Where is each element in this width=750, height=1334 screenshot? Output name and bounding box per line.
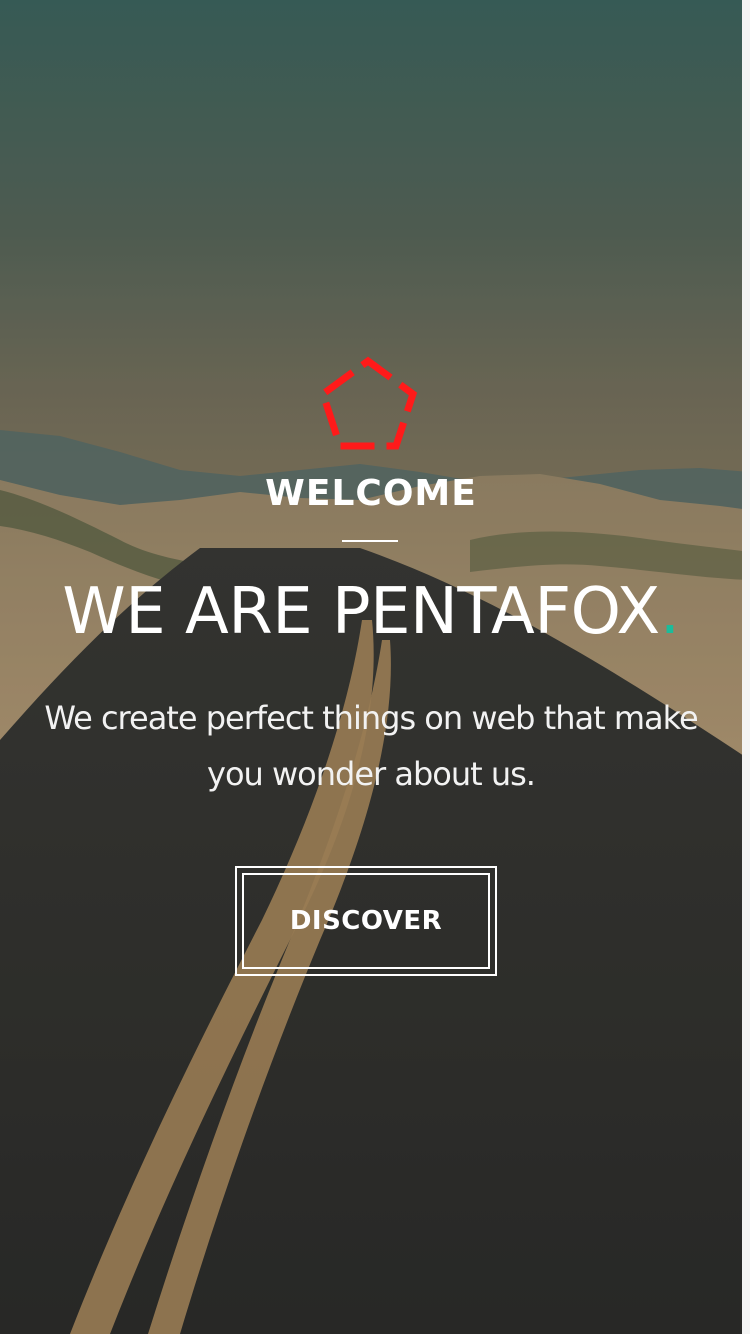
hero-subtitle: We create perfect things on web that mak… xyxy=(0,690,742,802)
page-edge-strip xyxy=(742,0,750,1334)
subtitle-line: We create perfect things on web that mak… xyxy=(44,699,698,737)
discover-button[interactable]: DISCOVER xyxy=(235,866,497,976)
subtitle-line: you wonder about us. xyxy=(207,755,536,793)
pentagon-logo-icon[interactable] xyxy=(318,356,418,452)
hero-content: WELCOME WE ARE PENTAFOX. We create perfe… xyxy=(0,0,742,1334)
heading-divider xyxy=(342,540,398,542)
headline-text: WE ARE PENTAFOX xyxy=(62,575,660,649)
hero-section: WELCOME WE ARE PENTAFOX. We create perfe… xyxy=(0,0,750,1334)
discover-button-label: DISCOVER xyxy=(242,873,490,969)
headline-accent-dot: . xyxy=(659,575,680,649)
welcome-heading: WELCOME xyxy=(265,473,477,514)
main-headline: WE ARE PENTAFOX. xyxy=(0,572,742,652)
